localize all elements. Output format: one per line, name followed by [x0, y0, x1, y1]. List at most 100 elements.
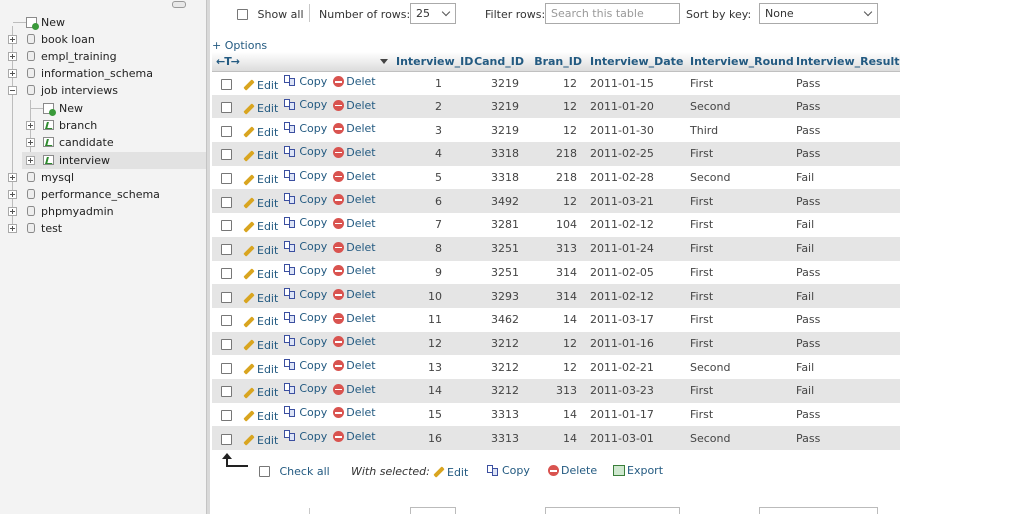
delete-button[interactable]: Delete — [333, 193, 376, 206]
column-header-interview-date[interactable]: Interview_Date — [586, 52, 686, 72]
delete-button[interactable]: Delete — [333, 146, 376, 159]
collapse-icon[interactable] — [8, 86, 17, 95]
cell-bran-id[interactable]: 12 — [528, 331, 586, 356]
cell-interview-id[interactable]: 12 — [376, 331, 464, 356]
table-row[interactable]: Edit Copy Delete932513142011-02-05FirstPas… — [212, 260, 900, 285]
column-header-cand-id[interactable]: Cand_ID — [464, 52, 528, 72]
cell-interview-result[interactable]: Fail — [792, 165, 900, 190]
edit-button[interactable]: Edit — [243, 126, 278, 139]
row-checkbox[interactable] — [221, 433, 232, 445]
cell-interview-date[interactable]: 2011-01-30 — [586, 118, 686, 143]
sidebar-db-information-schema[interactable]: information_schema — [0, 65, 206, 82]
cell-interview-date[interactable]: 2011-02-05 — [586, 260, 686, 285]
cell-cand-id[interactable]: 3219 — [464, 94, 528, 119]
cell-interview-id[interactable]: 16 — [376, 426, 464, 450]
expand-icon[interactable] — [8, 52, 17, 61]
bulk-edit-button[interactable]: Edit — [433, 464, 474, 479]
cell-bran-id[interactable]: 218 — [528, 165, 586, 190]
sidebar-resize-handle[interactable] — [206, 0, 210, 514]
copy-button[interactable]: Copy — [284, 145, 327, 158]
edit-button[interactable]: Edit — [243, 339, 278, 352]
table-row[interactable]: Edit Copy Delete23219122011-01-20SecondPas… — [212, 94, 900, 119]
cell-interview-round[interactable]: First — [686, 284, 792, 308]
row-checkbox[interactable] — [221, 102, 232, 114]
copy-button[interactable]: Copy — [284, 98, 327, 111]
cell-interview-result[interactable]: Pass — [792, 402, 900, 427]
filter-input[interactable]: Search this table — [545, 3, 680, 24]
row-checkbox[interactable] — [221, 125, 232, 137]
cell-interview-result[interactable]: Pass — [792, 331, 900, 356]
cell-interview-round[interactable]: First — [686, 402, 792, 427]
row-checkbox[interactable] — [221, 315, 232, 327]
cell-interview-date[interactable]: 2011-01-16 — [586, 331, 686, 356]
cell-interview-date[interactable]: 2011-03-17 — [586, 307, 686, 332]
cell-interview-date[interactable]: 2011-02-12 — [586, 213, 686, 237]
cell-cand-id[interactable]: 3318 — [464, 165, 528, 190]
cell-interview-id[interactable]: 9 — [376, 260, 464, 285]
copy-button[interactable]: Copy — [284, 169, 327, 182]
cell-interview-round[interactable]: Second — [686, 94, 792, 119]
table-row[interactable]: Edit Copy Delete1032933142011-02-12FirstFa… — [212, 284, 900, 308]
cell-interview-round[interactable]: First — [686, 213, 792, 237]
copy-button[interactable]: Copy — [284, 240, 327, 253]
cell-interview-result[interactable]: Pass — [792, 307, 900, 332]
expand-icon[interactable] — [8, 207, 17, 216]
delete-button[interactable]: Delete — [333, 288, 376, 301]
delete-button[interactable]: Delete — [333, 383, 376, 396]
delete-button[interactable]: Delete — [333, 99, 376, 112]
table-row[interactable]: Edit Copy Delete13219122011-01-15FirstPass — [212, 71, 900, 95]
copy-button[interactable]: Copy — [284, 382, 327, 395]
cell-cand-id[interactable]: 3492 — [464, 189, 528, 214]
cell-interview-result[interactable]: Fail — [792, 236, 900, 261]
delete-button[interactable]: Delete — [333, 170, 376, 183]
column-resize-header[interactable]: ←T→ — [212, 52, 376, 72]
edit-button[interactable]: Edit — [243, 79, 278, 92]
cell-interview-id[interactable]: 8 — [376, 236, 464, 261]
edit-button[interactable]: Edit — [243, 292, 278, 305]
row-checkbox[interactable] — [221, 220, 232, 232]
cell-cand-id[interactable]: 3313 — [464, 426, 528, 450]
check-all-label[interactable]: Check all — [280, 465, 330, 478]
cell-bran-id[interactable]: 314 — [528, 260, 586, 285]
cell-interview-result[interactable]: Pass — [792, 426, 900, 450]
expand-icon[interactable] — [8, 190, 17, 199]
cell-interview-id[interactable]: 4 — [376, 142, 464, 166]
expand-icon[interactable] — [26, 138, 35, 147]
filter-input-bottom[interactable] — [545, 507, 680, 514]
sidebar-db-phpmyadmin[interactable]: phpmyadmin — [0, 203, 206, 220]
cell-interview-round[interactable]: First — [686, 71, 792, 95]
edit-button[interactable]: Edit — [243, 244, 278, 257]
resize-arrows-icon[interactable]: ←T→ — [216, 55, 240, 68]
check-all-checkbox[interactable] — [259, 465, 270, 477]
row-checkbox[interactable] — [221, 362, 232, 374]
cell-interview-date[interactable]: 2011-02-28 — [586, 165, 686, 190]
cell-cand-id[interactable]: 3212 — [464, 378, 528, 403]
table-row[interactable]: Edit Copy Delete63492122011-03-21FirstPass — [212, 189, 900, 214]
cell-cand-id[interactable]: 3281 — [464, 213, 528, 237]
column-header-bran-id[interactable]: Bran_ID — [528, 52, 586, 72]
delete-button[interactable]: Delete — [333, 359, 376, 372]
sidebar-db-test[interactable]: test — [0, 220, 206, 237]
row-checkbox[interactable] — [221, 78, 232, 90]
rows-select-bottom[interactable] — [410, 507, 456, 514]
cell-interview-date[interactable]: 2011-02-12 — [586, 284, 686, 308]
cell-interview-id[interactable]: 3 — [376, 118, 464, 143]
cell-interview-date[interactable]: 2011-03-01 — [586, 426, 686, 450]
cell-bran-id[interactable]: 314 — [528, 284, 586, 308]
cell-interview-date[interactable]: 2011-02-25 — [586, 142, 686, 166]
sidebar-db-empl-training[interactable]: empl_training — [0, 48, 206, 65]
cell-cand-id[interactable]: 3462 — [464, 307, 528, 332]
table-row[interactable]: EditCopyDelete123212122011-01-16FirstPas… — [212, 331, 900, 356]
table-row[interactable]: Edit Copy Delete133212122011-02-21SecondFa… — [212, 355, 900, 379]
row-checkbox[interactable] — [221, 267, 232, 279]
expand-icon[interactable] — [8, 173, 17, 182]
options-link[interactable]: + Options — [212, 39, 267, 52]
edit-button[interactable]: Edit — [243, 315, 278, 328]
cell-bran-id[interactable]: 14 — [528, 307, 586, 332]
copy-button[interactable]: Copy — [284, 311, 327, 324]
cell-interview-round[interactable]: Third — [686, 118, 792, 143]
cell-interview-date[interactable]: 2011-01-17 — [586, 402, 686, 427]
cell-interview-round[interactable]: Second — [686, 165, 792, 190]
sidebar-new-database[interactable]: New — [0, 14, 206, 31]
sort-select-bottom[interactable] — [759, 507, 878, 514]
